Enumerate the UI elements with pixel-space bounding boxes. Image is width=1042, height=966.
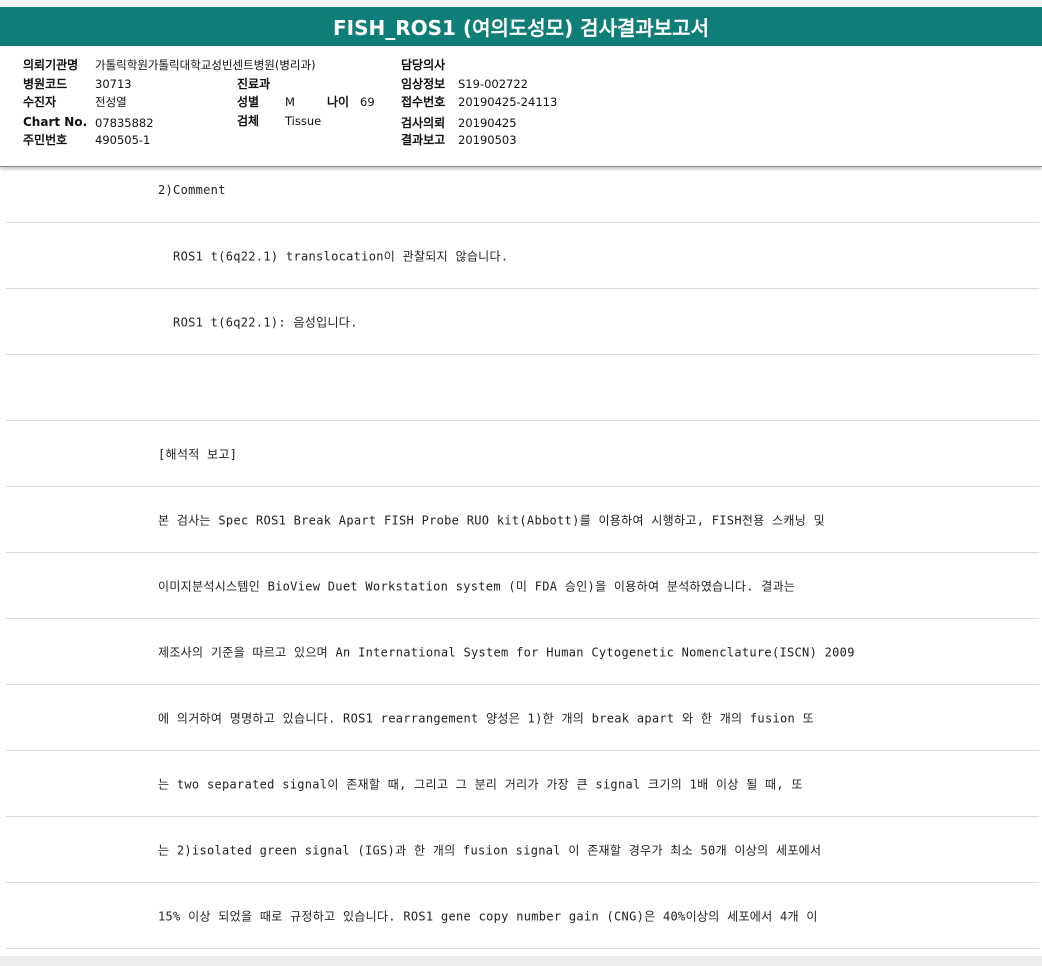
resident-no-label: 주민번호 (23, 133, 68, 147)
patient-value: 전성열 (95, 95, 127, 109)
chart-no-label: Chart No. (23, 115, 88, 129)
report-title: FISH_ROS1 (여의도성모) 검사결과보고서 (333, 16, 709, 40)
resident-no-value: 490505-1 (95, 133, 151, 147)
age-label: 나이 (327, 95, 350, 109)
report-line-text: [해석적 보고] (158, 447, 238, 461)
institution-label: 의뢰기관명 (23, 58, 79, 72)
clinical-info-label: 임상정보 (401, 77, 446, 91)
report-line-text: 에 의거하여 명명하고 있습니다. ROS1 rearrangement 양성은… (158, 711, 814, 725)
report-line: 는 2)isolated green signal (IGS)과 한 개의 fu… (6, 817, 1039, 883)
report-line-text: ROS1 t(6q22.1): 음성입니다. (158, 315, 358, 329)
report-line: ROS1 t(6q22.1) translocation이 관찰되지 않습니다. (6, 223, 1039, 289)
report-line-text: ROS1 t(6q22.1) translocation이 관찰되지 않습니다. (158, 249, 509, 263)
report-line-text: 15% 이상 되었을 때로 규정하고 있습니다. ROS1 gene copy … (158, 909, 818, 923)
clinical-info-value: S19-002722 (458, 77, 528, 91)
horizontal-scrollbar-track[interactable] (0, 956, 1042, 966)
request-label: 검사의뢰 (401, 116, 446, 130)
attending-label: 담당의사 (401, 58, 446, 72)
report-line: 에 의거하여 명명하고 있습니다. ROS1 rearrangement 양성은… (6, 685, 1039, 751)
report-line: 이미지분석시스템인 BioView Duet Workstation syste… (6, 553, 1039, 619)
report-line: [해석적 보고] (6, 421, 1039, 487)
age-value: 69 (360, 95, 375, 109)
receipt-value: 20190425-24113 (458, 95, 558, 109)
report-title-bar: FISH_ROS1 (여의도성모) 검사결과보고서 (0, 0, 1042, 46)
request-value: 20190425 (458, 116, 517, 130)
hospital-code-label: 병원코드 (23, 77, 68, 91)
institution-value: 가톨릭학원가톨릭대학교성빈센트병원(병리과) (95, 58, 316, 72)
report-date-value: 20190503 (458, 133, 517, 147)
report-line-text: 제조사의 기준을 따르고 있으며 An International System… (158, 645, 855, 659)
report-body: 2)Comment ROS1 t(6q22.1) translocation이 … (0, 166, 1042, 956)
report-date-label: 결과보고 (401, 133, 446, 147)
patient-info-panel: 의뢰기관명 가톨릭학원가톨릭대학교성빈센트병원(병리과) 담당의사 병원코드 3… (0, 46, 1042, 167)
report-line-text: 본 검사는 Spec ROS1 Break Apart FISH Probe R… (158, 513, 825, 527)
report-line-text: 이미지분석시스템인 BioView Duet Workstation syste… (158, 579, 796, 593)
report-line-text: 는 two separated signal이 존재할 때, 그리고 그 분리 … (158, 777, 803, 791)
report-line-text: 2)Comment (158, 182, 226, 197)
report-line: ROS1 t(6q22.1): 음성입니다. (6, 289, 1039, 355)
report-line: 2)Comment (6, 166, 1039, 223)
report-line: 제조사의 기준을 따르고 있으며 An International System… (6, 619, 1039, 685)
receipt-label: 접수번호 (401, 95, 446, 109)
sex-value: M (285, 95, 295, 109)
report-line-text: 는 2)isolated green signal (IGS)과 한 개의 fu… (158, 843, 822, 857)
sex-label: 성별 (237, 95, 260, 109)
report-line: 는 two separated signal이 존재할 때, 그리고 그 분리 … (6, 751, 1039, 817)
report-line: 15% 이상 되었을 때로 규정하고 있습니다. ROS1 gene copy … (6, 883, 1039, 949)
specimen-label: 검체 (237, 114, 260, 128)
hospital-code-value: 30713 (95, 77, 132, 91)
specimen-value: Tissue (285, 114, 322, 128)
report-line (6, 355, 1039, 421)
chart-no-value: 07835882 (95, 116, 154, 130)
report-line: 본 검사는 Spec ROS1 Break Apart FISH Probe R… (6, 487, 1039, 553)
patient-label: 수진자 (23, 95, 57, 109)
department-label: 진료과 (237, 77, 271, 91)
